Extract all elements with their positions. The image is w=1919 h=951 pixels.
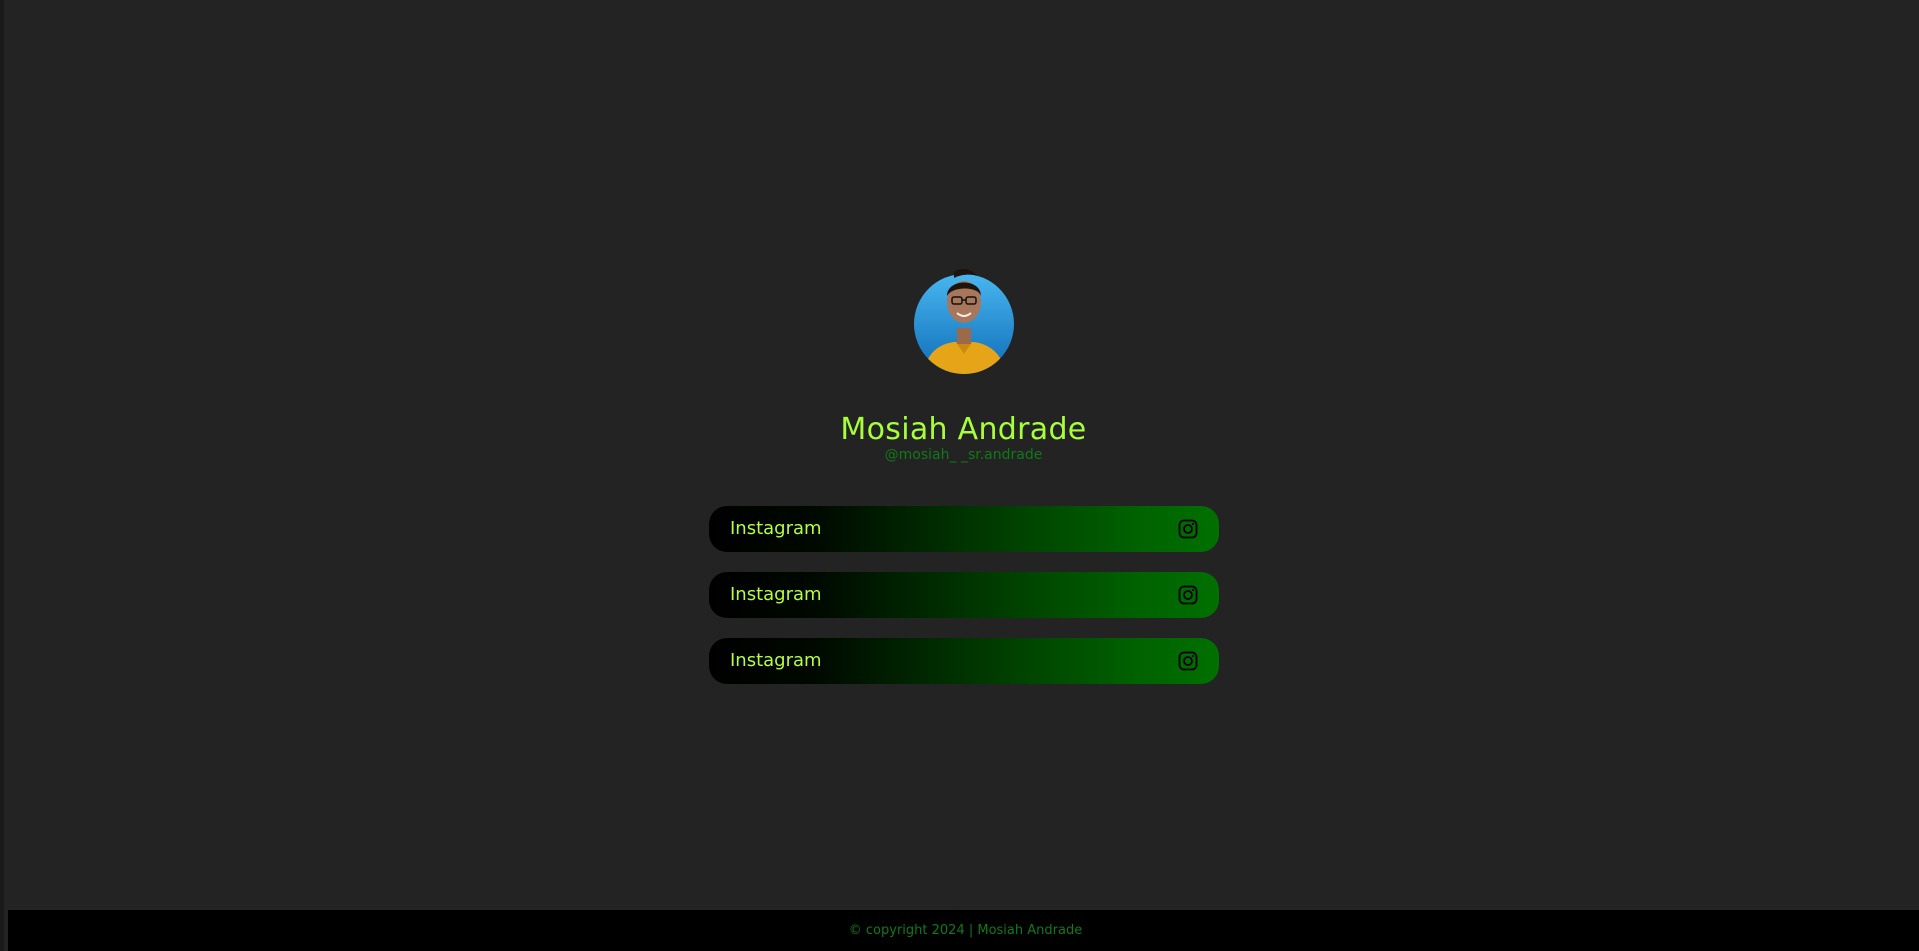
link-button-instagram-3[interactable]: Instagram xyxy=(709,638,1219,684)
link-label: Instagram xyxy=(730,518,822,539)
link-button-instagram-2[interactable]: Instagram xyxy=(709,572,1219,618)
instagram-icon xyxy=(1178,651,1198,671)
page-background: Mosiah Andrade @mosiah_ _sr.andrade Inst… xyxy=(0,0,1919,951)
link-button-instagram-1[interactable]: Instagram xyxy=(709,506,1219,552)
profile-name: Mosiah Andrade xyxy=(840,412,1087,447)
link-label: Instagram xyxy=(730,584,822,605)
footer-copyright: © copyright 2024 | Mosiah Andrade xyxy=(848,922,1083,938)
links-list: Instagram Instagram Instagram xyxy=(709,506,1219,704)
profile-handle: @mosiah_ _sr.andrade xyxy=(884,447,1043,463)
link-label: Instagram xyxy=(730,650,822,671)
instagram-icon xyxy=(1178,585,1198,605)
profile-avatar xyxy=(914,268,1014,374)
footer: © copyright 2024 | Mosiah Andrade xyxy=(8,910,1919,951)
instagram-icon xyxy=(1178,519,1198,539)
